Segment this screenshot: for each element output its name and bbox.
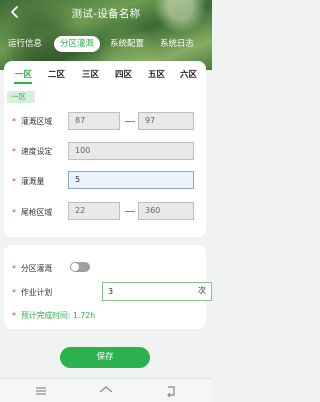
speed-label: 速度设定	[21, 147, 53, 156]
work-plan-field[interactable]: 3	[102, 282, 212, 301]
required-asterisk: *	[12, 264, 16, 273]
required-asterisk: *	[12, 311, 16, 320]
work-plan-unit-label: 次	[198, 286, 206, 295]
required-asterisk: *	[12, 147, 16, 156]
required-asterisk: *	[12, 208, 16, 217]
save-button[interactable]: 保存	[60, 347, 150, 368]
zone-tab-indicator	[14, 82, 32, 84]
irrigation-amount-label: 灌溉量	[21, 177, 45, 186]
header-banner: 测试-设备名称 运行信息 分区灌溉 系统配置 系统日志	[0, 0, 212, 70]
toggle-knob	[71, 263, 79, 271]
work-plan-row: * 作业计划	[12, 287, 52, 298]
tail-gun-area-to-field[interactable]: 360	[138, 202, 194, 220]
estimate-text: 预计完成时间: 1.72h	[21, 311, 96, 320]
tab-run-info[interactable]: 运行信息	[8, 36, 42, 52]
tail-gun-area-row: * 尾枪区域	[12, 207, 52, 218]
schedule-card: * 分区灌溉 * 作业计划 3 * 预计完成时间: 1.72h	[4, 245, 212, 329]
range-separator	[125, 121, 135, 122]
estimate-row: * 预计完成时间: 1.72h	[12, 310, 95, 321]
home-icon[interactable]	[99, 384, 113, 398]
irrigation-area-to-field[interactable]: 97	[138, 112, 194, 130]
tail-gun-area-from-field[interactable]: 22	[68, 202, 120, 220]
work-plan-label: 作业计划	[21, 288, 53, 297]
required-asterisk: *	[12, 117, 16, 126]
irrigation-amount-row: * 灌溉量	[12, 176, 44, 187]
zone-tab-4[interactable]: 四区	[115, 68, 132, 80]
irrigation-area-from-field[interactable]: 87	[68, 112, 120, 130]
zone-irrigation-toggle[interactable]	[70, 262, 90, 272]
zone-tab-2[interactable]: 二区	[48, 68, 65, 80]
zone-tabs: 一区 二区 三区 四区 五区 六区	[4, 61, 206, 87]
zone-irrigation-row: * 分区灌溉	[12, 263, 52, 274]
tail-gun-area-label: 尾枪区域	[21, 208, 53, 217]
irrigation-area-row: * 灌溉区域	[12, 116, 52, 127]
range-separator	[125, 211, 135, 212]
zone-tab-1[interactable]: 一区	[15, 68, 32, 80]
required-asterisk: *	[12, 288, 16, 297]
tab-system-log[interactable]: 系统日志	[160, 36, 194, 52]
zone-settings-card: 一区 二区 三区 四区 五区 六区 一区 * 灌溉区域 87 97 * 速度设定 1…	[4, 61, 206, 237]
selected-zone-badge: 一区	[7, 91, 35, 103]
page-title: 测试-设备名称	[71, 8, 141, 20]
tab-zone-irrigation[interactable]: 分区灌溉	[54, 36, 101, 52]
back-icon[interactable]	[164, 384, 178, 398]
top-tabs: 运行信息 分区灌溉 系统配置 系统日志	[0, 36, 212, 52]
tab-system-config[interactable]: 系统配置	[110, 36, 144, 52]
irrigation-amount-field[interactable]: 5	[68, 171, 194, 189]
required-asterisk: *	[12, 177, 16, 186]
zone-tab-6[interactable]: 六区	[180, 68, 197, 80]
zone-tab-5[interactable]: 五区	[148, 68, 165, 80]
system-nav-bar	[0, 378, 212, 402]
menu-icon[interactable]	[34, 384, 48, 398]
zone-tab-3[interactable]: 三区	[82, 68, 99, 80]
speed-field[interactable]: 100	[68, 142, 194, 160]
speed-row: * 速度设定	[12, 146, 52, 157]
zone-irrigation-label: 分区灌溉	[21, 264, 53, 273]
irrigation-area-label: 灌溉区域	[21, 117, 53, 126]
